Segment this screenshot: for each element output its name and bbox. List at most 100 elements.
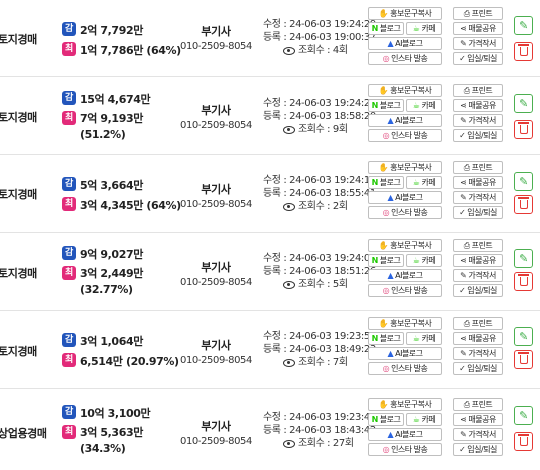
move-in-out-button[interactable]: ✓ 입실/퇴실 (453, 443, 503, 456)
table-row: 토지경매 감 9억 9,027만 최 3억 2,449만 (32.77%) 부기사 … (0, 234, 540, 311)
print-button[interactable]: ⎙ 프린트 (453, 161, 503, 174)
move-in-out-button[interactable]: ✓ 입실/퇴실 (453, 129, 503, 142)
promo-copy-button[interactable]: ✋ 홍보문구복사 (368, 7, 442, 20)
share-button[interactable]: ⋖ 매물공유 (453, 176, 503, 189)
ai-blog-icon: ▲ (387, 192, 394, 202)
blog-button[interactable]: N 블로그 (368, 176, 404, 189)
instagram-button[interactable]: ◎ 인스타 발송 (368, 443, 442, 456)
ai-blog-button[interactable]: ▲ AI블로그 (368, 269, 442, 282)
eye-icon (283, 439, 295, 448)
blog-button[interactable]: N 블로그 (368, 99, 404, 112)
price-block: 감 3억 1,064만 최 6,514만 (20.97%) (62, 333, 179, 373)
hand-copy-icon: ✋ (378, 8, 389, 18)
share-icon: ⋖ (460, 177, 467, 187)
instagram-icon: ◎ (382, 130, 390, 140)
ai-blog-button[interactable]: ▲ AI블로그 (368, 428, 442, 441)
blog-button[interactable]: N 블로그 (368, 332, 404, 345)
delete-button[interactable] (514, 272, 533, 291)
listing-type: 토지경매 (0, 345, 37, 358)
print-button[interactable]: ⎙ 프린트 (453, 398, 503, 411)
cafe-button[interactable]: ☕ 카페 (406, 99, 442, 112)
move-in-out-button[interactable]: ✓ 입실/퇴실 (453, 52, 503, 65)
action-group: ✋ 홍보문구복사 N 블로그 ☕ 카페 ▲ AI블로그 ◎ 인스타 발송 (368, 239, 442, 299)
edit-button[interactable]: ✎ (514, 16, 533, 35)
write-price-button[interactable]: ✎ 가격작서 (453, 269, 503, 282)
ai-blog-button[interactable]: ▲ AI블로그 (368, 347, 442, 360)
edit-button[interactable]: ✎ (514, 406, 533, 425)
edit-icon: ✎ (460, 192, 467, 202)
promo-copy-button[interactable]: ✋ 홍보문구복사 (368, 84, 442, 97)
naver-n-icon: N (371, 414, 379, 424)
share-icon: ⋖ (460, 255, 467, 265)
double-check-icon: ✓ (459, 207, 466, 217)
table-row: 토지경매 감 2억 7,792만 최 1억 7,786만 (64%) 부기사 010… (0, 0, 540, 77)
edit-icon: ✎ (460, 115, 467, 125)
cafe-icon: ☕ (412, 100, 420, 110)
blog-button[interactable]: N 블로그 (368, 22, 404, 35)
move-in-out-button[interactable]: ✓ 입실/퇴실 (453, 206, 503, 219)
view-count: 조회수 : 4회 (298, 45, 348, 56)
cafe-button[interactable]: ☕ 카페 (406, 22, 442, 35)
print-button[interactable]: ⎙ 프린트 (453, 7, 503, 20)
action-group: ✋ 홍보문구복사 N 블로그 ☕ 카페 ▲ AI블로그 ◎ 인스타 발송 (368, 161, 442, 221)
ai-blog-button[interactable]: ▲ AI블로그 (368, 191, 442, 204)
write-price-button[interactable]: ✎ 가격작서 (453, 191, 503, 204)
cafe-button[interactable]: ☕ 카페 (406, 254, 442, 267)
edit-button[interactable]: ✎ (514, 249, 533, 268)
print-button[interactable]: ⎙ 프린트 (453, 84, 503, 97)
hand-copy-icon: ✋ (378, 85, 389, 95)
share-button[interactable]: ⋖ 매물공유 (453, 22, 503, 35)
cafe-button[interactable]: ☕ 카페 (406, 413, 442, 426)
write-price-button[interactable]: ✎ 가격작서 (453, 347, 503, 360)
write-price-button[interactable]: ✎ 가격작서 (453, 428, 503, 441)
ai-blog-icon: ▲ (387, 38, 394, 48)
write-price-button[interactable]: ✎ 가격작서 (453, 37, 503, 50)
cafe-button[interactable]: ☕ 카페 (406, 176, 442, 189)
share-button[interactable]: ⋖ 매물공유 (453, 413, 503, 426)
pencil-icon: ✎ (519, 19, 528, 32)
office-name: 부기사 (201, 104, 231, 117)
delete-button[interactable] (514, 350, 533, 369)
appraisal-chip: 감 (62, 333, 76, 347)
print-button[interactable]: ⎙ 프린트 (453, 317, 503, 330)
minimum-price: 1억 7,786만 (64%) (80, 44, 181, 57)
promo-copy-button[interactable]: ✋ 홍보문구복사 (368, 317, 442, 330)
share-button[interactable]: ⋖ 매물공유 (453, 254, 503, 267)
cafe-button[interactable]: ☕ 카페 (406, 332, 442, 345)
cafe-icon: ☕ (412, 333, 420, 343)
edit-button[interactable]: ✎ (514, 94, 533, 113)
delete-button[interactable] (514, 120, 533, 139)
minimum-chip: 최 (62, 42, 76, 56)
delete-button[interactable] (514, 42, 533, 61)
instagram-button[interactable]: ◎ 인스타 발송 (368, 129, 442, 142)
write-price-button[interactable]: ✎ 가격작서 (453, 114, 503, 127)
instagram-button[interactable]: ◎ 인스타 발송 (368, 362, 442, 375)
modified-date: 수정 : 24-06-03 19:24:29 (263, 19, 376, 30)
ai-blog-button[interactable]: ▲ AI블로그 (368, 114, 442, 127)
blog-button[interactable]: N 블로그 (368, 254, 404, 267)
blog-button[interactable]: N 블로그 (368, 413, 404, 426)
edit-button[interactable]: ✎ (514, 327, 533, 346)
office-phone: 010-2509-8054 (179, 199, 252, 210)
instagram-button[interactable]: ◎ 인스타 발송 (368, 52, 442, 65)
promo-copy-button[interactable]: ✋ 홍보문구복사 (368, 398, 442, 411)
move-in-out-button[interactable]: ✓ 입실/퇴실 (453, 362, 503, 375)
move-in-out-button[interactable]: ✓ 입실/퇴실 (453, 284, 503, 297)
double-check-icon: ✓ (459, 363, 466, 373)
edit-button[interactable]: ✎ (514, 172, 533, 191)
promo-copy-button[interactable]: ✋ 홍보문구복사 (368, 161, 442, 174)
appraisal-chip: 감 (62, 246, 76, 260)
ai-blog-button[interactable]: ▲ AI블로그 (368, 37, 442, 50)
promo-copy-button[interactable]: ✋ 홍보문구복사 (368, 239, 442, 252)
price-block: 감 5억 3,664만 최 3억 4,345만 (64%) (62, 177, 181, 217)
listing-type: 토지경매 (0, 111, 37, 124)
share-button[interactable]: ⋖ 매물공유 (453, 99, 503, 112)
print-button[interactable]: ⎙ 프린트 (453, 239, 503, 252)
delete-button[interactable] (514, 432, 533, 451)
office-phone: 010-2509-8054 (179, 41, 252, 52)
share-button[interactable]: ⋖ 매물공유 (453, 332, 503, 345)
delete-button[interactable] (514, 195, 533, 214)
instagram-button[interactable]: ◎ 인스타 발송 (368, 206, 442, 219)
minimum-chip: 최 (62, 266, 76, 280)
instagram-button[interactable]: ◎ 인스타 발송 (368, 284, 442, 297)
